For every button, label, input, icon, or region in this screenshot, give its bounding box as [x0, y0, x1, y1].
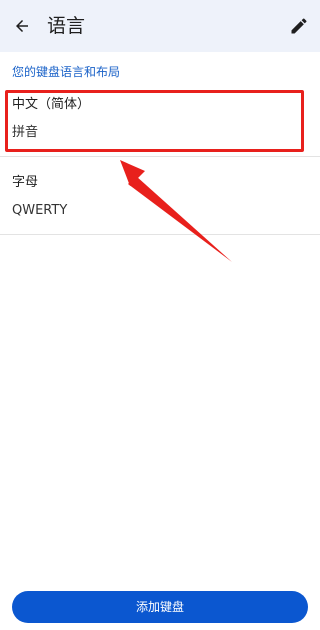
edit-button[interactable]: [287, 14, 311, 38]
divider: [0, 156, 320, 157]
section-header: 您的键盘语言和布局: [12, 65, 121, 79]
top-app-bar: 语言: [0, 0, 320, 52]
language-name: 中文（简体）: [12, 97, 91, 112]
language-name: 字母: [12, 175, 39, 190]
language-item-chinese[interactable]: 中文（简体） 拼音: [0, 90, 320, 156]
language-settings-screen: 语言 您的键盘语言和布局 中文（简体） 拼音 字母 QWERTY 添加键盘: [0, 0, 320, 630]
pencil-icon: [291, 18, 307, 34]
arrow-left-icon: [16, 20, 28, 32]
language-layout: 拼音: [12, 125, 39, 140]
back-button[interactable]: [10, 14, 34, 38]
language-item-alphabet[interactable]: 字母 QWERTY: [0, 158, 320, 234]
language-layout: QWERTY: [12, 203, 68, 218]
page-title: 语言: [47, 15, 86, 37]
divider: [0, 234, 320, 235]
add-keyboard-button[interactable]: 添加键盘: [12, 591, 308, 623]
